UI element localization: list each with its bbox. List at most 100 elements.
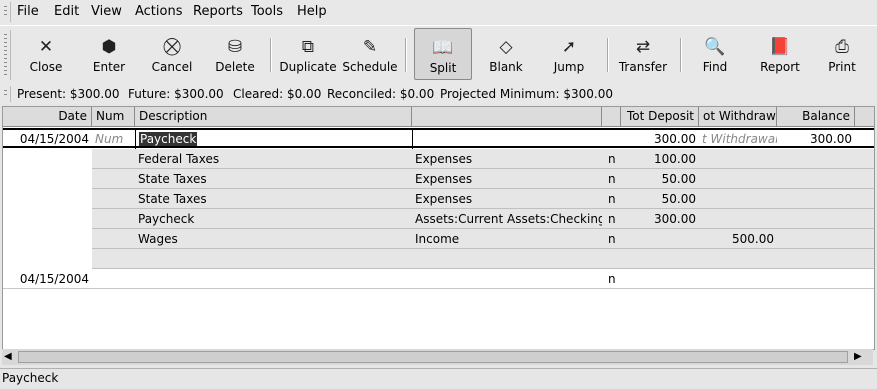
scrollbar-thumb[interactable] <box>18 351 848 363</box>
duplicate-button[interactable]: ⧉ Duplicate <box>278 28 338 80</box>
status-text: Paycheck <box>2 371 59 385</box>
split-indent <box>3 189 92 209</box>
split-deposit[interactable]: 50.00 <box>621 169 699 189</box>
split-row[interactable]: State Taxes Expenses n 50.00 <box>3 189 874 209</box>
column-header-date[interactable]: Date <box>3 107 92 127</box>
column-header-withdrawal[interactable]: ot Withdrawal <box>699 107 777 127</box>
menu-tools[interactable]: Tools <box>251 4 283 19</box>
blank-transaction-reconcile[interactable]: n <box>605 269 621 289</box>
reconciled-balance: Reconciled: $0.00 <box>327 87 435 101</box>
split-account[interactable]: Expenses <box>412 149 602 169</box>
menu-file[interactable]: File <box>17 4 39 19</box>
split-withdrawal[interactable] <box>699 169 777 189</box>
transaction-withdrawal[interactable]: t Withdrawal <box>699 129 777 149</box>
split-reconcile[interactable]: n <box>605 169 621 189</box>
report-button[interactable]: 📕 Report <box>754 28 806 80</box>
transaction-date[interactable]: 04/15/2004 <box>3 129 92 149</box>
split-account[interactable]: Assets:Current Assets:Checking A <box>412 209 602 229</box>
status-bar: Paycheck <box>0 368 877 389</box>
projected-minimum: Projected Minimum: $300.00 <box>440 87 613 101</box>
report-icon: 📕 <box>769 37 791 57</box>
transaction-description[interactable]: Paycheck <box>135 129 412 149</box>
transaction-balance: 300.00 <box>810 132 852 146</box>
split-memo[interactable]: State Taxes <box>135 189 412 209</box>
future-balance: Future: $300.00 <box>128 87 224 101</box>
split-deposit[interactable] <box>621 229 699 249</box>
split-account[interactable]: Expenses <box>412 189 602 209</box>
toolbar-separator <box>270 38 272 72</box>
split-deposit[interactable]: 300.00 <box>621 209 699 229</box>
transaction-row[interactable]: 04/15/2004 Num Paycheck 300.00 t Withdra… <box>3 128 874 149</box>
split-row[interactable]: Federal Taxes Expenses n 100.00 <box>3 149 874 169</box>
delete-icon: ⛁ <box>227 37 243 57</box>
enter-button[interactable]: ⬢ Enter <box>86 28 132 80</box>
cleared-balance: Cleared: $0.00 <box>233 87 322 101</box>
split-memo[interactable]: Federal Taxes <box>135 149 412 169</box>
transfer-button[interactable]: ⇄ Transfer <box>614 28 672 80</box>
schedule-icon: ✎ <box>362 37 378 57</box>
print-button[interactable]: ⎙ Print <box>818 28 866 80</box>
present-balance: Present: $300.00 <box>17 87 120 101</box>
split-row[interactable]: Wages Income n 500.00 <box>3 229 874 249</box>
split-withdrawal[interactable] <box>699 149 777 169</box>
summary-grip[interactable] <box>2 86 11 102</box>
register-table: Date Num Description Tot Deposit ot With… <box>2 106 875 350</box>
split-account[interactable]: Expenses <box>412 169 602 189</box>
column-header-balance[interactable]: Balance <box>777 107 855 127</box>
description-selected-text: Paycheck <box>139 132 198 146</box>
duplicate-icon: ⧉ <box>301 37 315 57</box>
blank-transaction-row[interactable]: 04/15/2004 n <box>3 269 874 289</box>
transaction-deposit[interactable]: 300.00 <box>621 129 699 149</box>
menu-view[interactable]: View <box>91 4 122 19</box>
split-reconcile[interactable]: n <box>605 229 621 249</box>
transaction-num[interactable]: Num <box>92 129 135 149</box>
split-button[interactable]: 📖 Split <box>414 28 472 80</box>
split-withdrawal[interactable] <box>699 189 777 209</box>
menu-edit[interactable]: Edit <box>54 4 79 19</box>
summary-bar: Present: $300.00 Future: $300.00 Cleared… <box>0 84 877 104</box>
split-memo[interactable]: State Taxes <box>135 169 412 189</box>
column-header-deposit[interactable]: Tot Deposit <box>621 107 699 127</box>
split-indent <box>3 229 92 249</box>
blank-button[interactable]: ◇ Blank <box>480 28 532 80</box>
jump-icon: ➚ <box>561 37 577 57</box>
find-button[interactable]: 🔍 Find <box>690 28 740 80</box>
menu-actions[interactable]: Actions <box>135 4 183 19</box>
horizontal-scrollbar[interactable]: ◀ ▶ <box>2 349 873 365</box>
column-header-account[interactable] <box>412 107 602 127</box>
split-row[interactable]: Paycheck Assets:Current Assets:Checking … <box>3 209 874 229</box>
split-memo[interactable]: Wages <box>135 229 412 249</box>
split-row-empty[interactable] <box>3 249 874 269</box>
column-header-description[interactable]: Description <box>135 107 412 127</box>
toolbar-grip[interactable] <box>2 30 11 80</box>
split-memo[interactable] <box>135 249 412 269</box>
close-button[interactable]: ✕ Close <box>22 28 70 80</box>
scroll-right-icon[interactable]: ▶ <box>854 351 862 362</box>
column-header-reconcile[interactable] <box>602 107 621 127</box>
blank-transaction-date[interactable]: 04/15/2004 <box>3 269 92 289</box>
scroll-left-icon[interactable]: ◀ <box>4 351 12 362</box>
cancel-button[interactable]: ⛒ Cancel <box>146 28 198 80</box>
split-reconcile[interactable]: n <box>605 149 621 169</box>
split-memo[interactable]: Paycheck <box>135 209 412 229</box>
schedule-button[interactable]: ✎ Schedule <box>341 28 399 80</box>
split-withdrawal[interactable]: 500.00 <box>699 229 777 249</box>
split-reconcile[interactable]: n <box>605 209 621 229</box>
menubar-grip[interactable] <box>2 2 11 22</box>
split-withdrawal[interactable] <box>699 209 777 229</box>
delete-button[interactable]: ⛁ Delete <box>210 28 260 80</box>
split-reconcile[interactable]: n <box>605 189 621 209</box>
menu-reports[interactable]: Reports <box>193 4 243 19</box>
split-row[interactable]: State Taxes Expenses n 50.00 <box>3 169 874 189</box>
split-account[interactable] <box>412 249 602 269</box>
jump-button[interactable]: ➚ Jump <box>543 28 595 80</box>
split-deposit[interactable]: 50.00 <box>621 189 699 209</box>
split-indent <box>3 149 92 169</box>
menu-help[interactable]: Help <box>297 4 327 19</box>
print-icon: ⎙ <box>835 37 849 57</box>
split-account[interactable]: Income <box>412 229 602 249</box>
split-deposit[interactable]: 100.00 <box>621 149 699 169</box>
toolbar-separator <box>680 38 682 72</box>
column-header-num[interactable]: Num <box>92 107 135 127</box>
blank-icon: ◇ <box>499 37 513 57</box>
